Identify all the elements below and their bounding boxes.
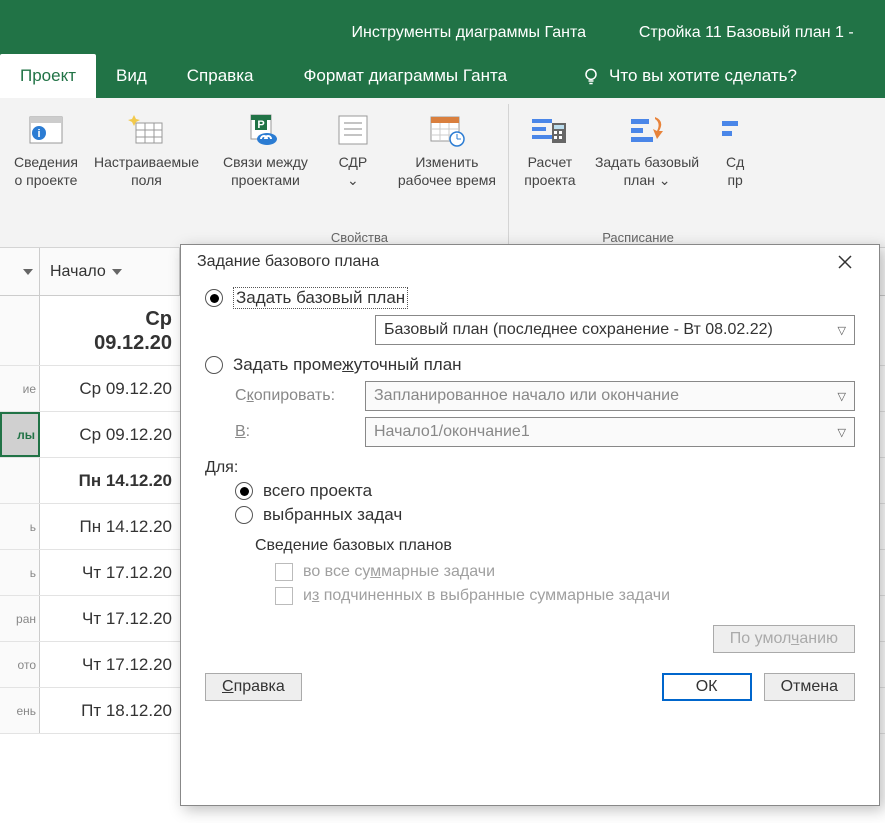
cell-start-date[interactable]: Пн 14.12.20: [40, 471, 180, 491]
into-label: В:: [235, 423, 355, 441]
close-icon: [837, 254, 853, 270]
tab-project[interactable]: Проект: [0, 54, 96, 98]
radio-for-all-label: всего проекта: [263, 481, 372, 501]
close-button[interactable]: [837, 254, 867, 270]
svg-text:i: i: [37, 128, 40, 140]
row-stub: ень: [0, 688, 40, 733]
baseline-combo[interactable]: Базовый план (последнее сохранение - Вт …: [375, 315, 855, 345]
tab-format[interactable]: Формат диаграммы Ганта: [283, 54, 527, 98]
row-stub: ран: [0, 596, 40, 641]
ribbon-links[interactable]: P Связи междупроектами: [217, 104, 314, 226]
ribbon-change-working-time[interactable]: Изменитьрабочее время: [392, 104, 502, 226]
row-stub: [0, 296, 40, 365]
context-tab-title: Инструменты диаграммы Ганта: [330, 24, 608, 50]
baseline-icon: [627, 110, 667, 150]
radio-set-interim-label: Задать промежуточный план: [233, 355, 462, 375]
dialog-title: Задание базового плана: [197, 253, 379, 271]
window-filename: Стройка 11 Базовый план 1 -: [608, 24, 885, 50]
checkbox-rollup-from-sub-label: из подчиненных в выбранные суммарные зад…: [303, 587, 670, 605]
set-default-button: По умолчанию: [713, 625, 855, 653]
ribbon-move-project[interactable]: Сдпр: [709, 104, 761, 226]
cancel-button[interactable]: Отмена: [764, 673, 855, 701]
row-stub: ь: [0, 504, 40, 549]
ribbon-custom-fields[interactable]: Настраиваемыеполя: [88, 104, 205, 226]
wbs-icon: [333, 110, 373, 150]
ribbon: i Сведенияо проекте Настраиваемыеполя P …: [0, 98, 885, 248]
radio-for-selected[interactable]: [235, 506, 253, 524]
ribbon-wbs[interactable]: СДР⌄: [318, 104, 388, 226]
lightbulb-icon: [581, 66, 601, 86]
row-stub: ото: [0, 642, 40, 687]
ribbon-set-baseline[interactable]: Задать базовыйплан ⌄: [589, 104, 705, 226]
radio-for-selected-label: выбранных задач: [263, 505, 402, 525]
cell-start-date[interactable]: Чт 17.12.20: [40, 609, 180, 629]
ribbon-project-info[interactable]: i Сведенияо проекте: [8, 104, 84, 226]
chevron-down-icon: ▽: [838, 426, 846, 439]
row-stub: ь: [0, 550, 40, 595]
calendar-clock-icon: [427, 110, 467, 150]
cell-start-date[interactable]: Ср09.12.20: [40, 307, 180, 355]
tab-view[interactable]: Вид: [96, 54, 167, 98]
title-bar: Инструменты диаграммы Ганта Стройка 11 Б…: [0, 0, 885, 50]
cell-start-date[interactable]: Ср 09.12.20: [40, 425, 180, 445]
checkbox-rollup-all-summary-label: во все суммарные задачи: [303, 563, 495, 581]
radio-set-interim[interactable]: [205, 356, 223, 374]
grid-corner[interactable]: [0, 248, 40, 295]
set-baseline-dialog: Задание базового плана Задать базовый пл…: [180, 244, 880, 806]
project-link-icon: P: [245, 110, 285, 150]
ribbon-tabs: Проект Вид Справка Формат диаграммы Гант…: [0, 50, 885, 98]
row-stub: ие: [0, 366, 40, 411]
cell-start-date[interactable]: Чт 17.12.20: [40, 563, 180, 583]
radio-set-baseline[interactable]: [205, 289, 223, 307]
copy-combo-value: Запланированное начало или окончание: [374, 387, 679, 405]
row-stub: лы: [0, 412, 40, 457]
column-start-label: Начало: [50, 263, 106, 281]
tell-me-label: Что вы хотите сделать?: [609, 66, 797, 86]
rollup-title: Сведение базовых планов: [255, 537, 855, 555]
chevron-down-icon: ▽: [838, 390, 846, 403]
radio-for-all[interactable]: [235, 482, 253, 500]
cell-start-date[interactable]: Чт 17.12.20: [40, 655, 180, 675]
into-combo: Начало1/окончание1 ▽: [365, 417, 855, 447]
tell-me-search[interactable]: Что вы хотите сделать?: [567, 54, 811, 98]
info-icon: i: [26, 110, 66, 150]
ribbon-calculate[interactable]: Расчетпроекта: [515, 104, 585, 226]
checkbox-rollup-from-sub: [275, 587, 293, 605]
into-combo-value: Начало1/окончание1: [374, 423, 530, 441]
column-start[interactable]: Начало: [40, 248, 180, 295]
cell-start-date[interactable]: Ср 09.12.20: [40, 379, 180, 399]
radio-set-baseline-label: Задать базовый план: [233, 287, 408, 309]
tab-help[interactable]: Справка: [167, 54, 274, 98]
checkbox-rollup-all-summary: [275, 563, 293, 581]
move-icon: [715, 110, 755, 150]
for-label: Для:: [205, 459, 855, 477]
svg-text:P: P: [258, 119, 265, 131]
chevron-down-icon: ▽: [838, 324, 846, 337]
row-stub: [0, 458, 40, 503]
calculator-icon: [530, 110, 570, 150]
copy-label: Скопировать:: [235, 387, 355, 405]
baseline-combo-value: Базовый план (последнее сохранение - Вт …: [384, 321, 773, 339]
help-button[interactable]: Справка: [205, 673, 302, 701]
sparkle-table-icon: [126, 110, 166, 150]
ok-button[interactable]: ОК: [662, 673, 752, 701]
dropdown-icon: [112, 269, 122, 275]
cell-start-date[interactable]: Пт 18.12.20: [40, 701, 180, 721]
dropdown-icon: [23, 269, 33, 275]
cell-start-date[interactable]: Пн 14.12.20: [40, 517, 180, 537]
copy-combo: Запланированное начало или окончание ▽: [365, 381, 855, 411]
